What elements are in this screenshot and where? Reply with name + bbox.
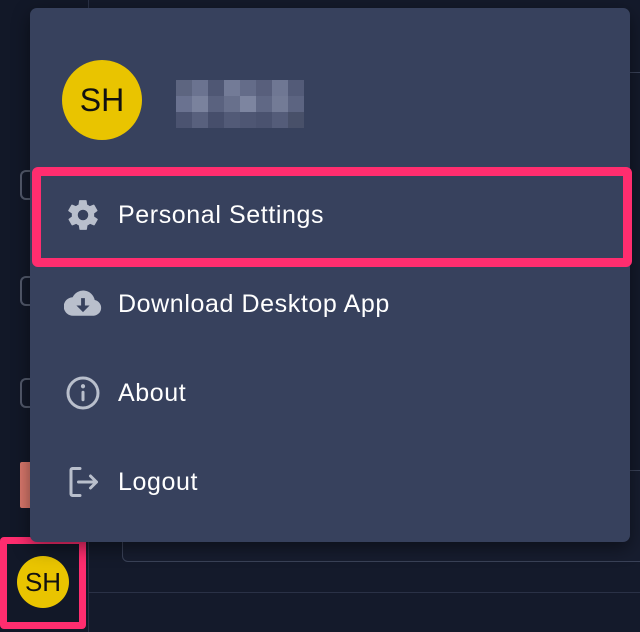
menu-item-label: Personal Settings bbox=[118, 200, 325, 229]
user-menu-dropdown: SH Personal Settings Download Desktop Ap… bbox=[30, 8, 630, 542]
menu-avatar: SH bbox=[62, 60, 142, 140]
info-icon bbox=[64, 374, 102, 412]
menu-item-label: Logout bbox=[118, 467, 199, 496]
menu-item-about[interactable]: About bbox=[30, 349, 630, 437]
menu-item-logout[interactable]: Logout bbox=[30, 438, 630, 526]
menu-item-label: About bbox=[118, 378, 187, 407]
avatar-initials: SH bbox=[24, 566, 62, 597]
bottom-divider bbox=[88, 592, 640, 593]
menu-item-label: Download Desktop App bbox=[118, 289, 390, 318]
background-divider bbox=[630, 72, 640, 73]
logout-icon bbox=[64, 463, 102, 501]
gear-icon bbox=[64, 196, 102, 234]
cloud-download-icon bbox=[64, 285, 102, 323]
menu-item-personal-settings[interactable]: Personal Settings bbox=[30, 171, 630, 259]
username-redacted bbox=[176, 80, 304, 128]
sidebar-avatar-button[interactable]: SH bbox=[17, 556, 69, 608]
menu-avatar-initials: SH bbox=[79, 81, 125, 118]
menu-item-download-desktop-app[interactable]: Download Desktop App bbox=[30, 260, 630, 348]
